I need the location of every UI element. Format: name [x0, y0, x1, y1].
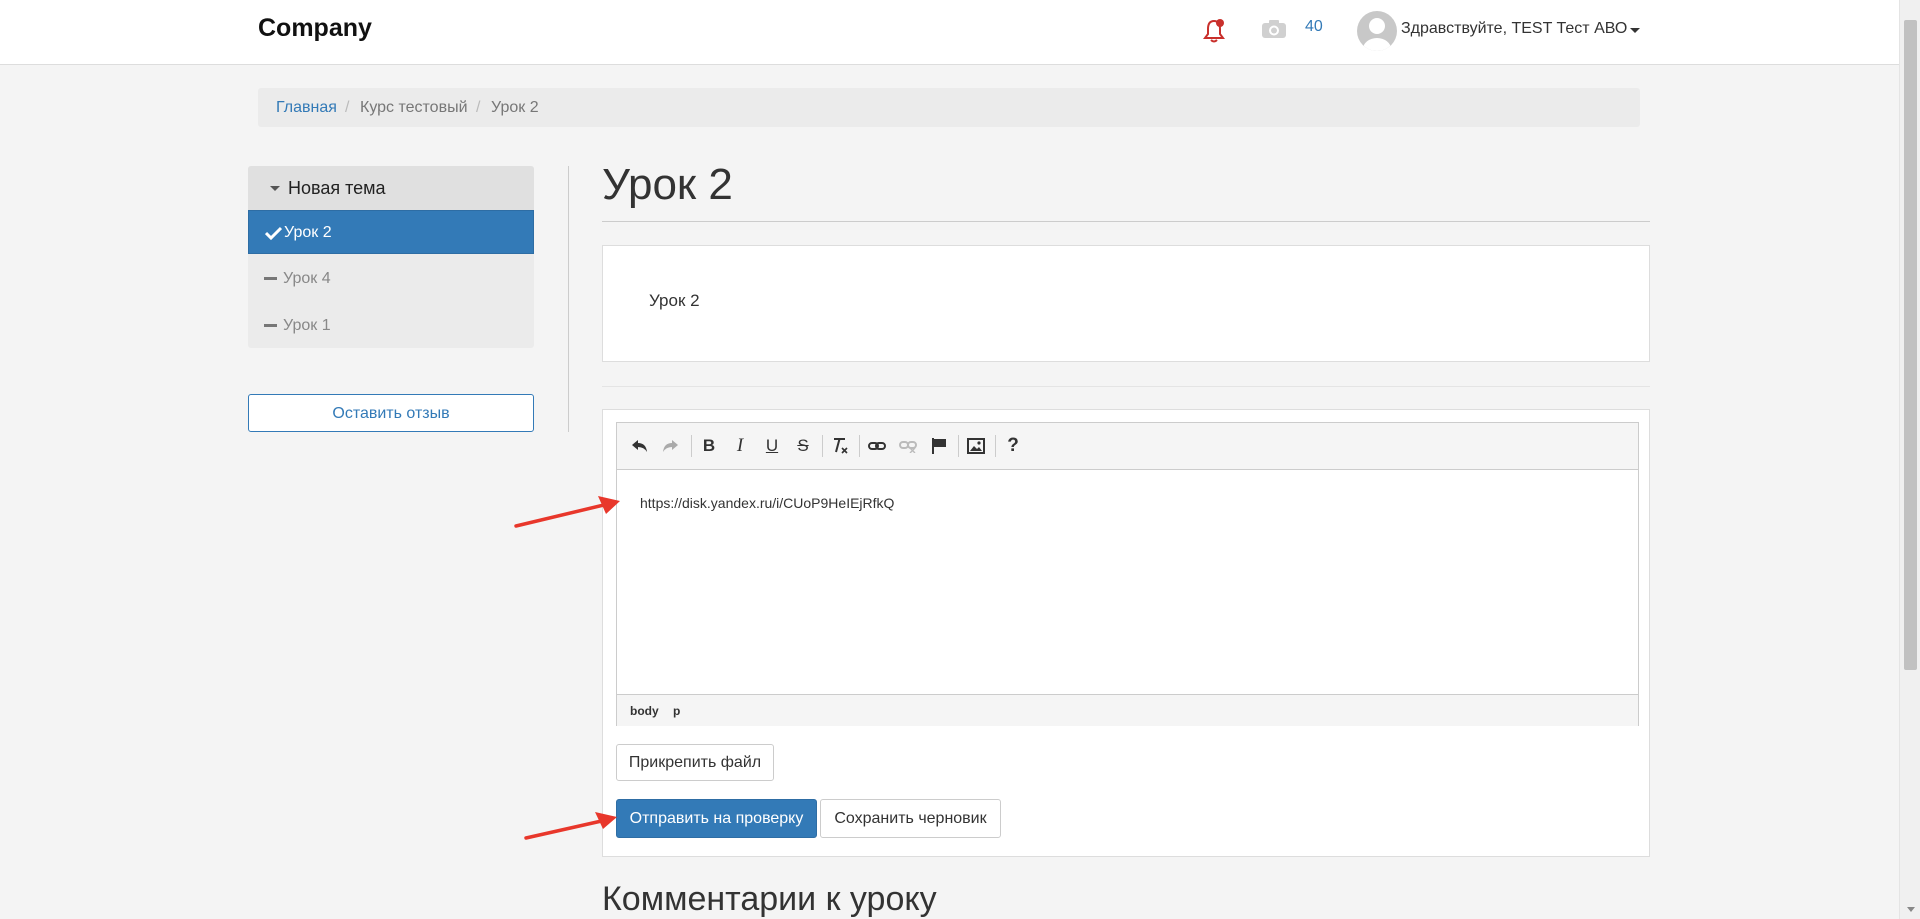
lesson-content: Урок 2 [602, 245, 1650, 362]
toolbar-separator [822, 435, 823, 457]
caret-down-icon [270, 186, 280, 191]
dash-icon [264, 257, 277, 301]
sidebar-item-lesson-1[interactable]: Урок 1 [248, 304, 534, 348]
sidebar-item-lesson-4[interactable]: Урок 4 [248, 257, 534, 301]
answer-form: B I U S ? https://disk.yandex.ru/i/CUoP9… [602, 409, 1650, 857]
annotation-arrow-icon [524, 812, 617, 840]
submit-for-review-button[interactable]: Отправить на проверку [616, 799, 817, 838]
notification-bell-icon[interactable] [1203, 18, 1225, 44]
editor-content[interactable]: https://disk.yandex.ru/i/CUoP9HeIEjRfkQ [640, 495, 894, 511]
editor-body[interactable]: https://disk.yandex.ru/i/CUoP9HeIEjRfkQ [617, 470, 1638, 694]
section-title: Новая тема [288, 178, 386, 198]
camera-count[interactable]: 40 [1305, 18, 1323, 36]
breadcrumb-separator: / [345, 99, 350, 116]
dash-icon [264, 304, 277, 348]
breadcrumb-home-link[interactable]: Главная [276, 88, 337, 127]
vertical-scrollbar[interactable] [1899, 0, 1920, 919]
breadcrumb-current: Урок 2 [491, 99, 539, 116]
editor-toolbar: B I U S ? [617, 423, 1638, 470]
breadcrumb: Главная / Курс тестовый / Урок 2 [258, 88, 1640, 127]
toolbar-separator [691, 435, 692, 457]
toolbar-separator [995, 435, 996, 457]
unlink-icon[interactable] [896, 434, 920, 458]
scroll-down-icon[interactable] [1907, 907, 1915, 912]
redo-icon[interactable] [658, 434, 682, 458]
anchor-flag-icon[interactable] [927, 434, 951, 458]
camera-icon[interactable] [1261, 19, 1287, 39]
scrollbar-thumb[interactable] [1904, 20, 1917, 670]
divider [602, 386, 1650, 387]
sidebar-item-label: Урок 1 [283, 317, 331, 334]
path-body[interactable]: body [630, 704, 659, 718]
breadcrumb-course: Курс тестовый [360, 99, 468, 116]
breadcrumb-separator: / [476, 99, 481, 116]
rich-text-editor: B I U S ? https://disk.yandex.ru/i/CUoP9… [616, 422, 1639, 726]
sidebar-item-label: Урок 2 [284, 224, 332, 241]
brand-logo[interactable]: Company [258, 14, 372, 43]
help-icon[interactable]: ? [1001, 434, 1025, 458]
attach-file-button[interactable]: Прикрепить файл [616, 744, 774, 781]
underline-icon[interactable]: U [760, 434, 784, 458]
leave-feedback-button[interactable]: Оставить отзыв [248, 394, 534, 432]
strikethrough-icon[interactable]: S [791, 434, 815, 458]
toolbar-separator [958, 435, 959, 457]
italic-icon[interactable]: I [728, 434, 752, 458]
link-icon[interactable] [865, 434, 889, 458]
save-draft-button[interactable]: Сохранить черновик [820, 799, 1001, 838]
image-icon[interactable] [964, 434, 988, 458]
clear-format-icon[interactable] [828, 434, 852, 458]
user-greeting[interactable]: Здравствуйте, TEST Тест АВО [1401, 20, 1627, 38]
sidebar-item-lesson-2[interactable]: Урок 2 [248, 210, 534, 254]
page-title: Урок 2 [602, 160, 733, 209]
annotation-arrow-icon [514, 496, 620, 528]
lesson-text: Урок 2 [649, 291, 700, 310]
undo-icon[interactable] [628, 434, 652, 458]
comments-heading: Комментарии к уроку [602, 880, 937, 918]
divider [602, 221, 1650, 222]
lesson-sidebar: Новая тема Урок 2 Урок 4 Урок 1 [248, 166, 534, 348]
bold-icon[interactable]: B [697, 434, 721, 458]
divider [568, 166, 569, 432]
toolbar-separator [859, 435, 860, 457]
check-icon [264, 211, 283, 255]
user-silhouette-icon [1363, 18, 1391, 51]
editor-statusbar: body p [617, 694, 1638, 726]
sidebar-item-label: Урок 4 [283, 270, 331, 287]
section-header[interactable]: Новая тема [248, 166, 534, 210]
user-avatar[interactable] [1357, 11, 1397, 51]
chevron-down-icon[interactable] [1630, 28, 1640, 33]
top-navbar: Company 40 Здравствуйте, TEST Тест АВО [0, 0, 1899, 65]
path-p[interactable]: p [673, 704, 680, 718]
